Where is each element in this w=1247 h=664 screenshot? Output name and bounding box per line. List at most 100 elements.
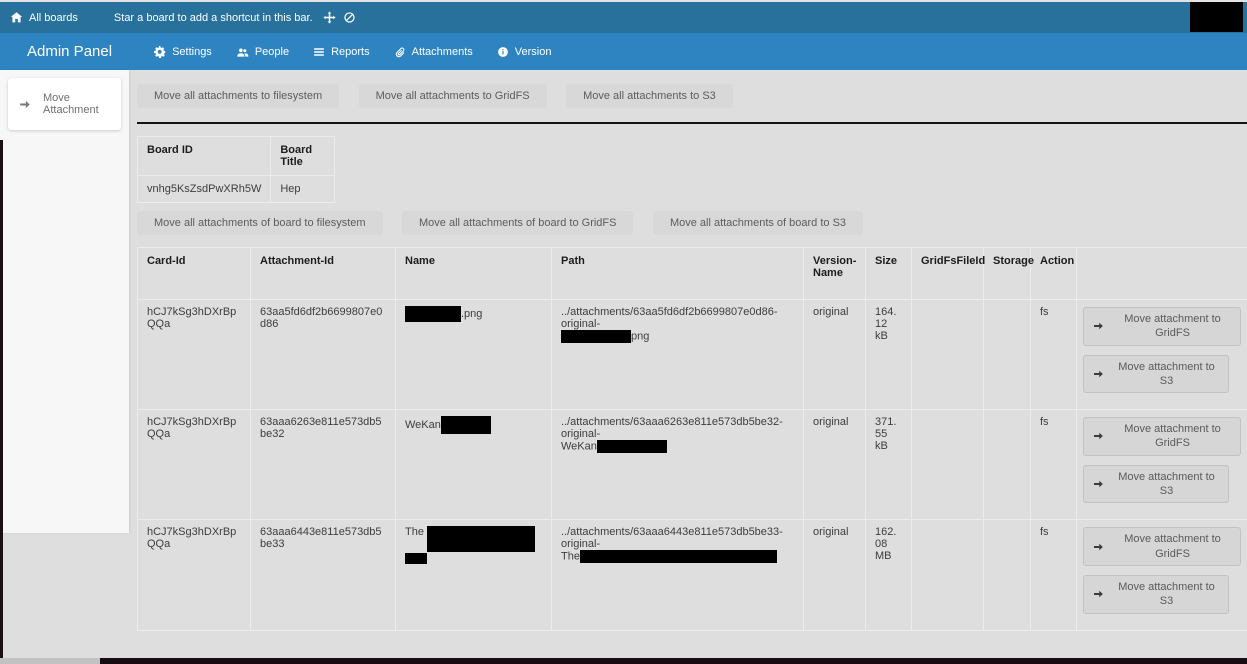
redacted-box	[405, 306, 461, 322]
name-cell: .png	[396, 300, 552, 410]
path-header: Path	[552, 248, 804, 300]
paperclip-icon	[394, 46, 406, 58]
list-icon	[313, 46, 325, 58]
sidebar: Move Attachment	[0, 70, 129, 533]
page-title: Admin Panel	[27, 43, 112, 60]
window-edge-strip	[0, 140, 3, 664]
attachments-header-row: Card-Id Attachment-Id Name Path Version-…	[138, 248, 1247, 300]
size-cell: 371.55 kB	[866, 410, 912, 520]
tab-version-label: Version	[515, 46, 552, 58]
admin-header: Admin Panel Settings People Reports Atta…	[0, 33, 1247, 70]
people-icon	[236, 46, 249, 58]
storage-cell	[984, 520, 1031, 630]
tab-version[interactable]: Version	[497, 46, 552, 58]
redacted-box	[597, 440, 667, 453]
version-name-cell: original	[804, 410, 866, 520]
divider-line	[137, 122, 1247, 124]
board-id-header: Board ID	[138, 137, 271, 176]
row-buttons-cell: Move attachment to GridFS Move attachmen…	[1077, 300, 1247, 410]
move-attachment-gridfs-button[interactable]: Move attachment to GridFS	[1083, 527, 1241, 566]
tab-attachments[interactable]: Attachments	[394, 46, 473, 58]
name-header: Name	[396, 248, 552, 300]
sidebar-item-move-attachment[interactable]: Move Attachment	[8, 78, 121, 130]
storage-header: Storage	[984, 248, 1031, 300]
attachment-id-cell: 63aa5fd6df2b6699807e0d86	[251, 300, 396, 410]
board-title-header: Board Title	[271, 137, 335, 176]
move-attachment-s3-button[interactable]: Move attachment to S3	[1083, 465, 1229, 504]
arrow-right-icon	[1092, 541, 1105, 553]
move-attachment-s3-button[interactable]: Move attachment to S3	[1083, 575, 1229, 614]
admin-panel-page: All boards Star a board to add a shortcu…	[0, 0, 1247, 664]
arrow-right-icon	[1092, 478, 1105, 490]
name-cell: The	[396, 520, 552, 630]
size-header: Size	[866, 248, 912, 300]
tab-reports-label: Reports	[331, 46, 370, 58]
action-cell: fs	[1031, 410, 1077, 520]
move-attachment-gridfs-button[interactable]: Move attachment to GridFS	[1083, 307, 1241, 346]
card-id-cell: hCJ7kSg3hDXrBpQQa	[138, 520, 251, 630]
gridfs-file-id-cell	[912, 300, 984, 410]
main-panel: Move all attachments to filesystem Move …	[137, 70, 1247, 631]
arrow-right-icon	[1092, 368, 1105, 380]
storage-cell	[984, 300, 1031, 410]
move-board-filesystem-button[interactable]: Move all attachments of board to filesys…	[137, 211, 383, 235]
size-cell: 164.12 kB	[866, 300, 912, 410]
path-cell: ../attachments/63aaa6443e811e573db5be33-…	[552, 520, 804, 630]
gear-icon	[154, 46, 166, 58]
move-all-gridfs-button[interactable]: Move all attachments to GridFS	[359, 84, 547, 108]
version-name-cell: original	[804, 300, 866, 410]
move-board-s3-button[interactable]: Move all attachments of board to S3	[653, 211, 863, 235]
table-row: hCJ7kSg3hDXrBpQQa 63aa5fd6df2b6699807e0d…	[138, 300, 1247, 410]
row-buttons-cell: Move attachment to GridFS Move attachmen…	[1077, 520, 1247, 630]
gridfs-file-id-header: GridFsFileId	[912, 248, 984, 300]
content-area: Move Attachment Move all attachments to …	[0, 70, 1247, 664]
move-all-filesystem-button[interactable]: Move all attachments to filesystem	[137, 84, 339, 108]
sidebar-item-label: Move Attachment	[43, 92, 111, 116]
card-id-cell: hCJ7kSg3hDXrBpQQa	[138, 300, 251, 410]
table-row: hCJ7kSg3hDXrBpQQa 63aaa6443e811e573db5be…	[138, 520, 1247, 630]
action-cell: fs	[1031, 300, 1077, 410]
move-attachment-s3-button[interactable]: Move attachment to S3	[1083, 355, 1229, 394]
redacted-user-box[interactable]	[1190, 2, 1243, 32]
path-cell: ../attachments/63aaa6263e811e573db5be32-…	[552, 410, 804, 520]
board-id-value: vnhg5KsZsdPwXRh5W	[138, 176, 271, 203]
redacted-box	[441, 416, 491, 434]
move-attachment-gridfs-button[interactable]: Move attachment to GridFS	[1083, 417, 1241, 456]
all-boards-link[interactable]: All boards	[10, 11, 78, 24]
board-title-value: Hep	[271, 176, 335, 203]
tab-people-label: People	[255, 46, 289, 58]
path-cell: ../attachments/63aa5fd6df2b6699807e0d86-…	[552, 300, 804, 410]
attachment-id-cell: 63aaa6443e811e573db5be33	[251, 520, 396, 630]
home-icon	[10, 11, 23, 24]
tab-reports[interactable]: Reports	[313, 46, 370, 58]
attachment-id-cell: 63aaa6263e811e573db5be32	[251, 410, 396, 520]
redacted-box	[405, 553, 427, 564]
tab-settings[interactable]: Settings	[154, 46, 212, 58]
size-cell: 162.08 MB	[866, 520, 912, 630]
move-board-gridfs-button[interactable]: Move all attachments of board to GridFS	[402, 211, 633, 235]
shortcut-hint-text: Star a board to add a shortcut in this b…	[114, 12, 313, 24]
tab-people[interactable]: People	[236, 46, 289, 58]
row-buttons-cell: Move attachment to GridFS Move attachmen…	[1077, 410, 1247, 520]
action-cell: fs	[1031, 520, 1077, 630]
move-all-s3-button[interactable]: Move all attachments to S3	[566, 84, 733, 108]
gridfs-file-id-cell	[912, 520, 984, 630]
arrow-right-icon	[1092, 320, 1105, 332]
disable-shortcut-icon[interactable]	[343, 11, 356, 24]
action-header: Action	[1031, 248, 1077, 300]
storage-cell	[984, 410, 1031, 520]
scrollbar-thumb[interactable]	[0, 658, 100, 664]
table-row: hCJ7kSg3hDXrBpQQa 63aaa6263e811e573db5be…	[138, 410, 1247, 520]
buttons-header	[1077, 248, 1247, 300]
card-id-cell: hCJ7kSg3hDXrBpQQa	[138, 410, 251, 520]
attachment-id-header: Attachment-Id	[251, 248, 396, 300]
card-id-header: Card-Id	[138, 248, 251, 300]
move-cross-icon[interactable]	[323, 11, 336, 24]
tab-attachments-label: Attachments	[412, 46, 473, 58]
horizontal-scrollbar[interactable]	[0, 658, 1247, 664]
arrow-right-icon	[1092, 430, 1105, 442]
redacted-box	[561, 330, 631, 343]
board-actions-row: Move all attachments of board to filesys…	[137, 211, 1247, 235]
redacted-box	[427, 526, 535, 552]
info-icon	[497, 46, 509, 58]
